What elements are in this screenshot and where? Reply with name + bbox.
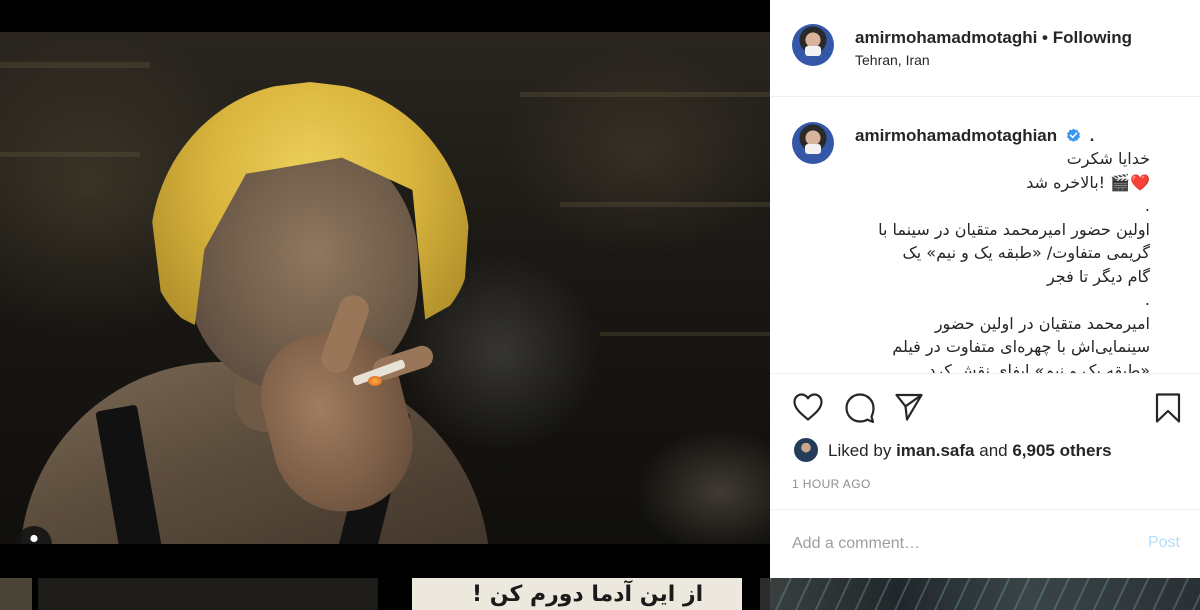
- heart-outline-icon: [792, 393, 824, 426]
- post-location[interactable]: Tehran, Iran: [855, 52, 930, 68]
- caption-line: اولین حضور امیرمحمد متقیان در سینما با: [878, 219, 1150, 239]
- liker-username[interactable]: iman.safa: [896, 441, 974, 460]
- likes-others-count[interactable]: 6,905 others: [1012, 441, 1111, 460]
- post-photo[interactable]: [0, 32, 770, 544]
- bookmark-icon: [1154, 393, 1182, 428]
- likes-text: Liked by iman.safa and 6,905 others: [828, 441, 1112, 461]
- caption-header: amirmohamadmotaghian .: [855, 126, 1094, 148]
- post-comment-button[interactable]: Post: [1148, 534, 1180, 552]
- caption-line: «طبقه یک و نیم» ایفای نقش کرد.: [923, 360, 1150, 374]
- author-avatar[interactable]: [792, 24, 834, 66]
- comment-input[interactable]: [792, 532, 1112, 556]
- caption-trailing-dot: .: [1089, 126, 1095, 145]
- next-post-thumb-1[interactable]: [0, 578, 32, 610]
- post-header: amirmohamadmotaghi • Following Tehran, I…: [770, 0, 1200, 97]
- caption-line: خدایا شکرت: [1066, 149, 1150, 168]
- next-post-preview[interactable]: [770, 578, 1200, 610]
- author-username[interactable]: amirmohamadmotaghi: [855, 28, 1037, 47]
- author-line: amirmohamadmotaghi • Following: [855, 28, 1132, 48]
- comment-bubble-icon: [844, 393, 876, 428]
- likes-summary[interactable]: Liked by iman.safa and 6,905 others: [792, 438, 1192, 464]
- thumb-overlay-text: از این آدما دورم کن !: [472, 582, 704, 607]
- post-media[interactable]: از این آدما دورم کن !: [0, 0, 770, 610]
- post-detail-panel: amirmohamadmotaghi • Following Tehran, I…: [770, 0, 1200, 578]
- caption-avatar[interactable]: [792, 122, 834, 164]
- caption-line: امیرمحمد متقیان در اولین حضور: [934, 313, 1150, 333]
- paper-plane-icon: [894, 393, 924, 426]
- separator-dot: •: [1042, 28, 1048, 47]
- caption-text: خدایا شکرت ❤️🎬 !بالاخره شد . اولین حضور …: [850, 147, 1150, 374]
- share-button[interactable]: [894, 392, 924, 427]
- likes-conjunction: and: [979, 441, 1008, 460]
- comment-button[interactable]: [844, 392, 876, 429]
- caption-username[interactable]: amirmohamadmotaghian: [855, 126, 1057, 145]
- caption-line: .: [1144, 196, 1150, 215]
- next-post-thumb-3[interactable]: از این آدما دورم کن !: [412, 578, 742, 610]
- like-button[interactable]: [792, 392, 824, 427]
- caption-section: amirmohamadmotaghian . خدایا شکرت ❤️🎬 !ب…: [770, 97, 1200, 374]
- next-post-thumb-4[interactable]: [760, 578, 770, 610]
- caption-line: .: [1144, 290, 1150, 309]
- comment-bar: Post: [770, 509, 1200, 578]
- caption-line: سینمایی‌اش با چهره‌ای متفاوت در فیلم: [892, 337, 1150, 356]
- post-timestamp[interactable]: 1 HOUR AGO: [792, 477, 871, 491]
- caption-line: گریمی متفاوت/ «طبقه یک و نیم» یک: [902, 243, 1150, 262]
- caption-line: ❤️🎬 !بالاخره شد: [1026, 172, 1150, 192]
- next-post-thumb-2[interactable]: [38, 578, 378, 610]
- save-button[interactable]: [1154, 392, 1182, 429]
- liker-avatar[interactable]: [794, 438, 818, 462]
- action-bar: [770, 392, 1200, 428]
- likes-prefix: Liked by: [828, 441, 892, 460]
- caption-line: گام دیگر تا فجر: [1046, 266, 1150, 286]
- verified-badge-icon: [1066, 128, 1081, 148]
- user-tag-icon: [27, 534, 41, 545]
- follow-state-button[interactable]: Following: [1053, 28, 1132, 47]
